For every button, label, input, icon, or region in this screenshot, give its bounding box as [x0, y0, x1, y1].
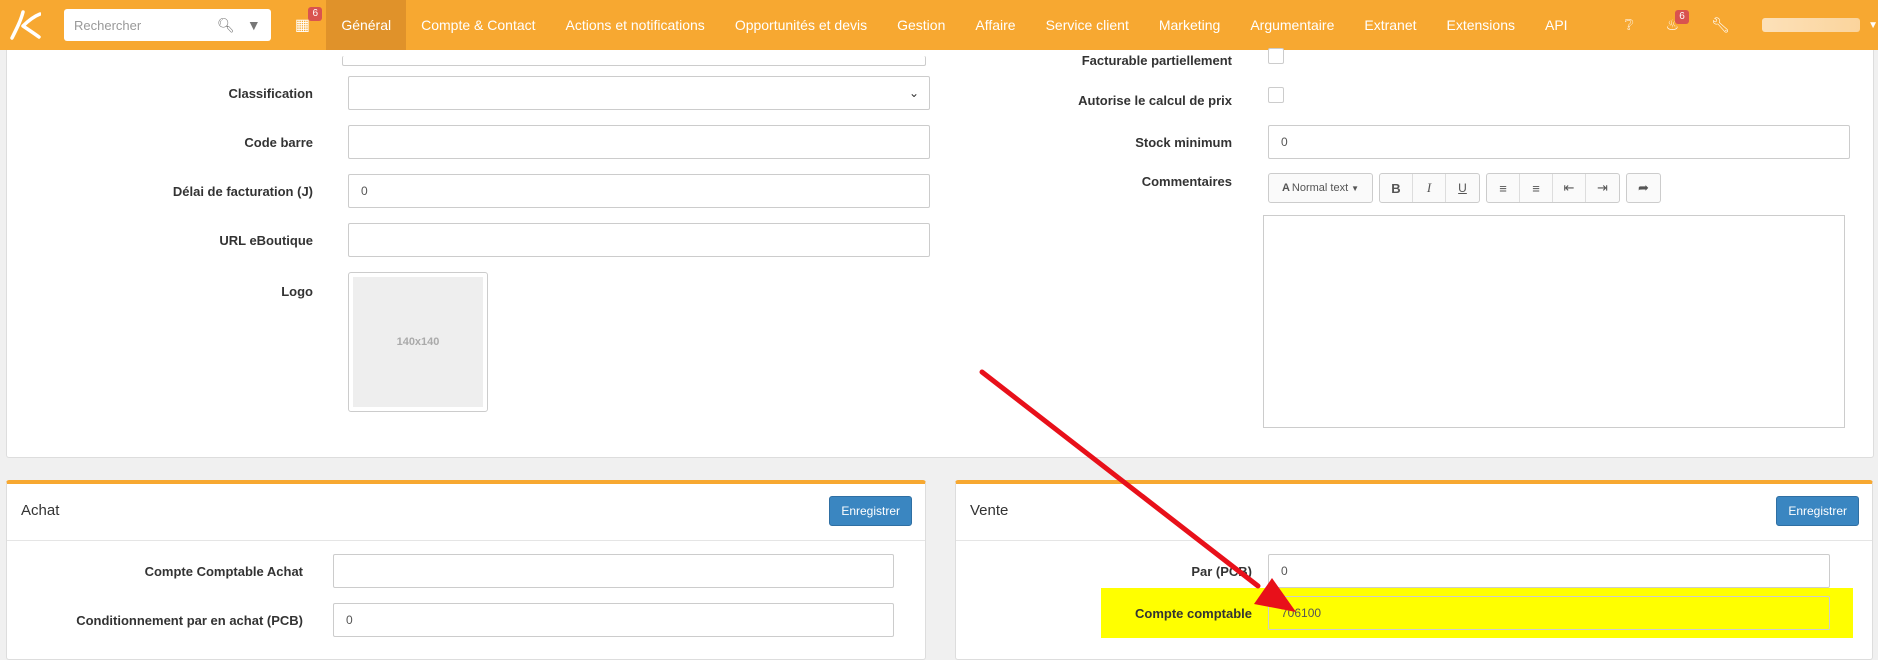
nav-opportunites-devis[interactable]: Opportunités et devis — [720, 0, 882, 50]
nav-general[interactable]: Général — [326, 0, 407, 50]
link-icon[interactable]: ➦ — [1627, 174, 1660, 202]
comments-editor[interactable] — [1263, 215, 1845, 428]
url-eboutique-label: URL eBoutique — [219, 232, 313, 248]
nav-gestion[interactable]: Gestion — [882, 0, 960, 50]
achat-title: Achat — [21, 502, 60, 519]
comments-label: Commentaires — [1141, 174, 1232, 189]
unordered-list-icon[interactable]: ≡ — [1487, 174, 1520, 202]
partial-billing-label: Facturable partiellement — [1081, 52, 1232, 68]
caret-down-icon: ▼ — [1351, 183, 1360, 193]
logo-placeholder: 140x140 — [353, 277, 483, 407]
barcode-label: Code barre — [244, 134, 313, 150]
help-icon[interactable]: ❔︎ — [1625, 17, 1634, 34]
search-input[interactable]: Rechercher — [74, 18, 205, 33]
nav-affaire[interactable]: Affaire — [960, 0, 1030, 50]
notifications-badge: 6 — [1675, 10, 1690, 24]
app-logo[interactable] — [6, 5, 42, 45]
nav-compte-contact[interactable]: Compte & Contact — [406, 0, 550, 50]
achat-account-input[interactable] — [333, 554, 894, 588]
font-icon: A — [1281, 182, 1290, 194]
chevron-down-icon[interactable]: ▼ — [1868, 20, 1878, 31]
price-calc-checkbox[interactable] — [1268, 87, 1284, 103]
user-menu[interactable] — [1762, 18, 1861, 32]
vente-panel: Vente Enregistrer Par (PCB) 0 Compte com… — [955, 480, 1873, 660]
outdent-icon[interactable]: ⇤ — [1553, 174, 1586, 202]
bold-icon[interactable]: B — [1380, 174, 1413, 202]
nav-actions-notifications[interactable]: Actions et notifications — [551, 0, 720, 50]
nav-extranet[interactable]: Extranet — [1349, 0, 1431, 50]
editor-toolbar: A Normal text ▼ B I U ≡ ≡ ⇤ ⇥ ➦ — [1268, 173, 1661, 203]
min-stock-label: Stock minimum — [1135, 134, 1232, 150]
italic-icon[interactable]: I — [1413, 174, 1446, 202]
vente-par-input[interactable]: 0 — [1268, 554, 1830, 588]
classification-select[interactable]: ⌄ — [348, 76, 930, 110]
barcode-input[interactable] — [348, 125, 930, 159]
wrench-icon[interactable]: 🔧︎ — [1711, 16, 1730, 34]
filter-icon[interactable]: ▼ — [247, 17, 261, 33]
vente-account-label: Compte comptable — [1134, 605, 1252, 621]
nav-extensions[interactable]: Extensions — [1432, 0, 1530, 50]
vente-par-label: Par (PCB) — [1191, 563, 1252, 579]
topbar-right: ❔︎ ♨ 6 🔧︎ ▼ — [1625, 10, 1878, 34]
vente-title: Vente — [970, 502, 1009, 519]
vente-account-input[interactable]: 706100 — [1268, 596, 1830, 630]
achat-account-label: Compte Comptable Achat — [144, 563, 303, 579]
billing-delay-input[interactable]: 0 — [348, 174, 930, 208]
url-eboutique-input[interactable] — [348, 223, 930, 257]
notifications-icon[interactable]: ♨ 6 — [1666, 10, 1690, 34]
text-style-dropdown[interactable]: A Normal text ▼ — [1269, 174, 1372, 202]
logo-label: Logo — [281, 284, 313, 299]
achat-pcb-label: Conditionnement par en achat (PCB) — [76, 612, 303, 628]
achat-panel: Achat Enregistrer Compte Comptable Achat… — [6, 480, 926, 660]
underline-icon[interactable]: U — [1446, 174, 1479, 202]
nav-argumentaire[interactable]: Argumentaire — [1235, 0, 1349, 50]
search-box[interactable]: Rechercher 🔍︎ ▼ — [64, 9, 271, 41]
chevron-down-icon: ⌄ — [908, 86, 919, 100]
calendar-badge: 6 — [308, 7, 323, 21]
main-nav: Général Compte & Contact Actions et noti… — [326, 0, 1582, 50]
nav-api[interactable]: API — [1530, 0, 1583, 50]
nav-service-client[interactable]: Service client — [1031, 0, 1144, 50]
cut-off-input[interactable] — [342, 56, 926, 66]
ordered-list-icon[interactable]: ≡ — [1520, 174, 1553, 202]
achat-pcb-input[interactable]: 0 — [333, 603, 894, 637]
calendar-button[interactable]: ▦ 6 — [293, 7, 323, 37]
indent-icon[interactable]: ⇥ — [1586, 174, 1619, 202]
logo-upload[interactable]: 140x140 — [348, 272, 488, 412]
achat-save-button[interactable]: Enregistrer — [829, 496, 912, 526]
search-icon[interactable]: 🔍︎ — [217, 17, 235, 34]
product-form-panel: Classification ⌄ Code barre Délai de fac… — [6, 48, 1874, 458]
partial-billing-checkbox[interactable] — [1268, 48, 1284, 64]
billing-delay-label: Délai de facturation (J) — [172, 183, 313, 199]
price-calc-label: Autorise le calcul de prix — [1078, 92, 1232, 108]
top-navbar: Rechercher 🔍︎ ▼ ▦ 6 Général Compte & Con… — [0, 0, 1878, 50]
vente-save-button[interactable]: Enregistrer — [1776, 496, 1859, 526]
nav-marketing[interactable]: Marketing — [1144, 0, 1235, 50]
min-stock-input[interactable]: 0 — [1268, 125, 1850, 159]
classification-label: Classification — [228, 85, 313, 101]
